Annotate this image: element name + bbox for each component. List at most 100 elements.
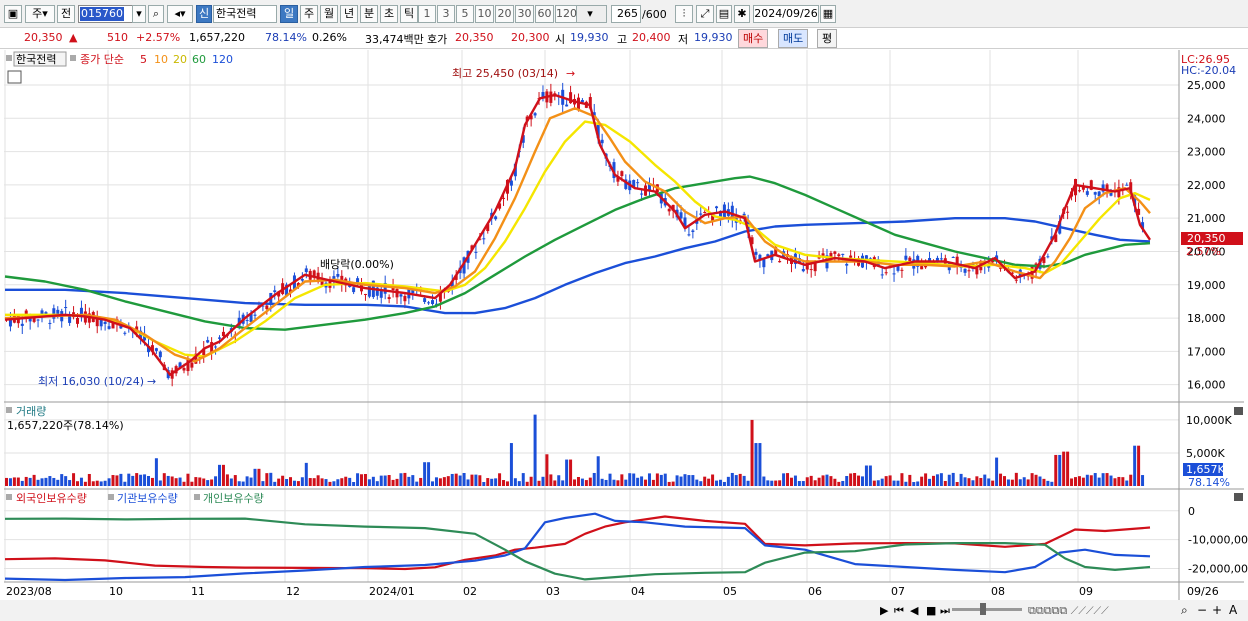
date-axis-label: 04 [631, 585, 645, 598]
zoom-in-icon[interactable]: ⌕ [1181, 603, 1188, 617]
period-tab-4[interactable]: 분 [360, 5, 378, 23]
count-input[interactable]: 265 [611, 5, 641, 23]
volume-bar [486, 478, 490, 486]
first-icon[interactable]: ⏮ [894, 604, 904, 617]
period-tab-0[interactable]: 일 [280, 5, 298, 23]
candle [36, 319, 40, 321]
volume-bar [60, 474, 64, 486]
interval-button-5[interactable]: 5 [456, 5, 474, 23]
interval-button-60[interactable]: 60 [535, 5, 554, 23]
volume-bar [5, 477, 8, 486]
volume-bar [20, 480, 24, 486]
period-tab-6[interactable]: 틱 [400, 5, 418, 23]
volume-bar [841, 480, 845, 486]
volume-bar [127, 473, 131, 486]
stock-chart[interactable]: 16,00017,00018,00019,00020,00021,00022,0… [0, 50, 1248, 621]
date-axis-label: 02 [463, 585, 477, 598]
low-annotation: 최저 16,030 (10/24) [38, 375, 144, 388]
foreign-legend: 외국인보유수량 [16, 492, 87, 505]
volume-bar [166, 475, 170, 486]
volume-bar [427, 462, 431, 486]
chart-tools-icon[interactable]: ⧉⧉⧉⧉⧉ ⟋⟋⟋⟋⟋ [1028, 604, 1109, 617]
price-axis-label: 19,000 [1187, 279, 1226, 292]
interval-button-20[interactable]: 20 [495, 5, 514, 23]
period-tab-2[interactable]: 월 [320, 5, 338, 23]
period-selector[interactable]: 주▾ [25, 5, 55, 23]
volume-bar [478, 475, 482, 486]
font-size-icon[interactable]: A [1229, 603, 1238, 617]
scroll-right-icon[interactable]: ▶ [880, 604, 889, 617]
buy-button[interactable]: 매수 [738, 29, 769, 48]
volume-bar [679, 476, 683, 486]
compare-button[interactable]: 전 [57, 5, 75, 23]
volume-bar [431, 481, 435, 486]
volume-bar [754, 443, 758, 486]
volume-bar [1081, 477, 1085, 486]
volume-bar [403, 472, 407, 486]
date-input[interactable]: 2024/09/26 [753, 5, 819, 23]
minus-icon[interactable]: − [1197, 603, 1207, 617]
next-icon[interactable]: ⏭ [940, 604, 950, 617]
gear-icon[interactable]: ✱ [734, 5, 750, 23]
volume-bar [715, 480, 719, 486]
period-tab-5[interactable]: 초 [380, 5, 398, 23]
candle [600, 139, 604, 144]
speaker-icon[interactable]: ◂▾ [167, 5, 193, 23]
volume-bar [778, 480, 782, 486]
layout-icon[interactable]: ▣ [4, 5, 22, 23]
volume-bar [1046, 480, 1050, 486]
candle [265, 305, 269, 310]
volume-bar [573, 479, 577, 486]
ma5-label: 5 [140, 53, 147, 66]
save-icon[interactable]: ▤ [716, 5, 732, 23]
table-icon[interactable] [7, 70, 22, 84]
prev-icon[interactable]: ◀ [910, 604, 919, 617]
draw-tool-icon[interactable]: ⤢ [696, 5, 714, 23]
volume-bar [150, 477, 154, 486]
interval-button-10[interactable]: 10 [475, 5, 494, 23]
volume-bar [312, 478, 316, 486]
search-icon[interactable]: ⌕ [148, 5, 164, 23]
candle [1066, 211, 1070, 213]
volume-bar [742, 475, 746, 486]
volume-bar [553, 480, 557, 486]
volume-bar [446, 476, 450, 486]
candle [221, 331, 225, 337]
period-tab-1[interactable]: 주 [300, 5, 318, 23]
close-holdings-icon[interactable] [1234, 493, 1243, 501]
eval-button[interactable]: 평 [817, 29, 838, 48]
interval-button-3[interactable]: 3 [437, 5, 455, 23]
volume-bar [667, 481, 671, 486]
volume-bar [738, 473, 742, 486]
stop-icon[interactable]: ■ [926, 604, 936, 617]
volume-bar [1117, 476, 1121, 486]
interval-button-30[interactable]: 30 [515, 5, 534, 23]
close-volume-icon[interactable] [1234, 407, 1243, 415]
calendar-icon[interactable]: ▦ [820, 5, 836, 23]
period-tab-3[interactable]: 년 [340, 5, 358, 23]
code-dropdown-icon[interactable]: ▾ [132, 5, 146, 23]
candle [1085, 191, 1089, 195]
volume-bar [1141, 475, 1145, 486]
candle [509, 180, 513, 186]
interval-button-120[interactable]: 120 [555, 5, 577, 23]
custom-period-select[interactable]: ▾ [573, 5, 607, 23]
plus-icon[interactable]: + [1212, 603, 1222, 617]
candle-type-icon[interactable]: ⫶ [675, 5, 693, 23]
individual-legend: 개인보유수량 [203, 492, 264, 505]
zoom-slider-handle[interactable] [980, 603, 986, 615]
stock-name-field[interactable]: 한국전력 [213, 5, 277, 23]
volume-bar [900, 473, 904, 486]
up-arrow-icon: ▲ [69, 31, 78, 44]
volume-bar [1066, 451, 1070, 486]
hc-value: HC:-20.04 [1181, 64, 1236, 77]
zoom-slider[interactable] [952, 608, 1022, 611]
institution-legend: 기관보유수량 [117, 492, 178, 505]
volume-bar [726, 476, 730, 486]
volume-bar [24, 476, 28, 486]
sell-button[interactable]: 매도 [778, 29, 809, 48]
candle [833, 251, 837, 254]
volume-bar [750, 419, 754, 486]
interval-button-1[interactable]: 1 [418, 5, 436, 23]
volume-bar [139, 474, 143, 486]
